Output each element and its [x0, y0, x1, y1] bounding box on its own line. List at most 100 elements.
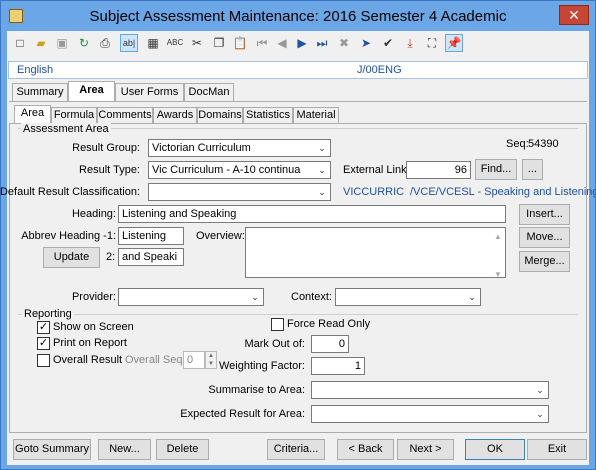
print-on-report-checkbox[interactable]: ✓: [37, 337, 50, 350]
copy-icon[interactable]: ❐: [210, 34, 228, 52]
prev-icon[interactable]: ◀: [273, 34, 291, 52]
abbrev-heading-2-field[interactable]: and Speaki: [118, 248, 184, 266]
overview-textarea[interactable]: ▲ ▼: [245, 227, 506, 278]
context-select[interactable]: ⌄: [335, 288, 481, 306]
toolbar: □ ▰ ▣ ↻ ⎙ ab| ▦ ABC ✂ ❐ 📋 ⏮ ◀ ▶ ⏭ ✖ ➤ ✔ …: [7, 31, 589, 57]
approve-icon[interactable]: ✔: [379, 34, 397, 52]
tab-summary[interactable]: Summary: [12, 83, 68, 101]
force-read-only-label: Force Read Only: [287, 318, 371, 330]
summarise-to-area-label: Summarise to Area:: [208, 384, 305, 396]
tab-divider: [9, 101, 587, 102]
subtab-material[interactable]: Material: [293, 107, 339, 124]
next-icon[interactable]: ▶: [293, 34, 311, 52]
subtab-awards[interactable]: Awards: [153, 107, 197, 124]
chevron-down-icon: ⌄: [318, 165, 326, 175]
default-class-select[interactable]: ⌄: [148, 183, 331, 201]
send-icon[interactable]: ➤: [357, 34, 375, 52]
overall-seq-field[interactable]: 0: [183, 351, 205, 369]
provider-label: Provider:: [71, 291, 116, 303]
refresh-icon[interactable]: ↻: [75, 34, 93, 52]
force-read-only-checkbox[interactable]: [271, 318, 284, 331]
mark-out-of-label: Mark Out of:: [244, 338, 305, 350]
print-icon[interactable]: ⎙: [96, 34, 114, 52]
summarise-to-area-select[interactable]: ⌄: [311, 381, 549, 399]
tab-user-forms[interactable]: User Forms: [115, 83, 184, 101]
overall-result-checkbox[interactable]: [37, 354, 50, 367]
main-window: Subject Assessment Maintenance: 2016 Sem…: [0, 0, 596, 470]
weighting-factor-field[interactable]: 1: [311, 357, 365, 375]
overview-scrollbar[interactable]: ▲ ▼: [492, 229, 504, 277]
subtab-comments[interactable]: Comments: [97, 107, 153, 124]
external-link-field[interactable]: 96: [406, 161, 471, 179]
link-code[interactable]: VICCURRIC: [343, 186, 404, 198]
subtab-domains[interactable]: Domains: [197, 107, 243, 124]
new-icon[interactable]: □: [11, 34, 29, 52]
chevron-down-icon: ⌄: [318, 143, 326, 153]
ellipsis-button[interactable]: ...: [522, 159, 543, 180]
overall-seq-label: Overall Seq:: [125, 354, 186, 366]
calculator-icon[interactable]: ▦: [144, 34, 162, 52]
title-bar[interactable]: Subject Assessment Maintenance: 2016 Sem…: [1, 1, 595, 31]
abbrev-heading-1-field[interactable]: Listening: [118, 227, 184, 245]
heading-field[interactable]: Listening and Speaking: [118, 205, 506, 223]
ok-button[interactable]: OK: [465, 439, 525, 460]
exit-button[interactable]: Exit: [527, 439, 587, 460]
mark-out-of-field[interactable]: 0: [311, 335, 349, 353]
client-area: □ ▰ ▣ ↻ ⎙ ab| ▦ ABC ✂ ❐ 📋 ⏮ ◀ ▶ ⏭ ✖ ➤ ✔ …: [0, 31, 596, 465]
heading-label: Heading:: [71, 208, 116, 220]
insert-button[interactable]: Insert...: [519, 204, 570, 225]
subtab-area[interactable]: Area: [14, 105, 51, 124]
assessment-area-title: Assessment Area: [21, 123, 111, 135]
link-path[interactable]: /VCE/VCESL - Speaking and Listening: [410, 186, 596, 198]
subtab-statistics[interactable]: Statistics: [243, 107, 293, 124]
subject-code: J/00ENG: [357, 64, 402, 76]
next-button[interactable]: Next >: [397, 439, 454, 460]
spellcheck-icon[interactable]: ABC: [166, 34, 184, 52]
open-icon[interactable]: ▰: [32, 34, 50, 52]
expected-result-select[interactable]: ⌄: [311, 405, 549, 423]
weighting-factor-label: Weighting Factor:: [218, 360, 305, 372]
last-icon[interactable]: ⏭: [313, 34, 331, 52]
text-field-icon[interactable]: ab|: [120, 34, 138, 52]
delete-button[interactable]: Delete: [156, 439, 209, 460]
overall-result-label: Overall Result: [53, 354, 123, 366]
first-icon[interactable]: ⏮: [253, 34, 271, 52]
overview-label: Overview:: [196, 230, 245, 242]
back-button[interactable]: < Back: [337, 439, 394, 460]
move-button[interactable]: Move...: [519, 227, 570, 248]
chevron-down-icon: ⌄: [251, 292, 259, 302]
update-button[interactable]: Update: [43, 247, 100, 268]
print-on-report-label: Print on Report: [53, 337, 127, 349]
reporting-group: [18, 314, 578, 315]
area-panel: Assessment Area Seq: 54390 Result Group:…: [0, 123, 596, 433]
delete-icon[interactable]: ✖: [335, 34, 353, 52]
provider-select[interactable]: ⌄: [118, 288, 264, 306]
context-label: Context:: [291, 291, 332, 303]
chevron-down-icon: ⌄: [536, 409, 544, 419]
select-icon[interactable]: ⛶: [423, 34, 441, 52]
chevron-down-icon: ⌄: [536, 385, 544, 395]
merge-button[interactable]: Merge...: [519, 251, 570, 272]
abbrev-heading-label: Abbrev Heading -1:: [21, 230, 116, 242]
tab-area[interactable]: Area: [68, 81, 115, 101]
pin-icon[interactable]: 📌: [445, 34, 463, 52]
new-button[interactable]: New...: [98, 439, 151, 460]
subject-info-bar: English J/00ENG: [8, 61, 588, 79]
cut-icon[interactable]: ✂: [188, 34, 206, 52]
goto-summary-button[interactable]: Goto Summary: [13, 439, 91, 460]
export-icon[interactable]: ⤓: [401, 34, 419, 52]
close-button[interactable]: ✕: [559, 5, 589, 25]
result-type-select[interactable]: Vic Curriculum - A-10 continua ⌄: [148, 161, 331, 179]
overall-seq-spinner[interactable]: ▲ ▼: [205, 351, 217, 369]
tab-docman[interactable]: DocMan: [184, 83, 234, 101]
result-group-select[interactable]: Victorian Curriculum ⌄: [148, 139, 331, 157]
expected-result-label: Expected Result for Area:: [180, 408, 305, 420]
external-link-label: External Link:: [343, 164, 410, 176]
criteria-button[interactable]: Criteria...: [267, 439, 325, 460]
show-on-screen-checkbox[interactable]: ✓: [37, 321, 50, 334]
subtab-formula[interactable]: Formula: [51, 107, 97, 124]
save-icon[interactable]: ▣: [53, 34, 71, 52]
paste-icon[interactable]: 📋: [231, 34, 249, 52]
chevron-down-icon: ⌄: [468, 292, 476, 302]
find-button[interactable]: Find...: [475, 159, 517, 180]
